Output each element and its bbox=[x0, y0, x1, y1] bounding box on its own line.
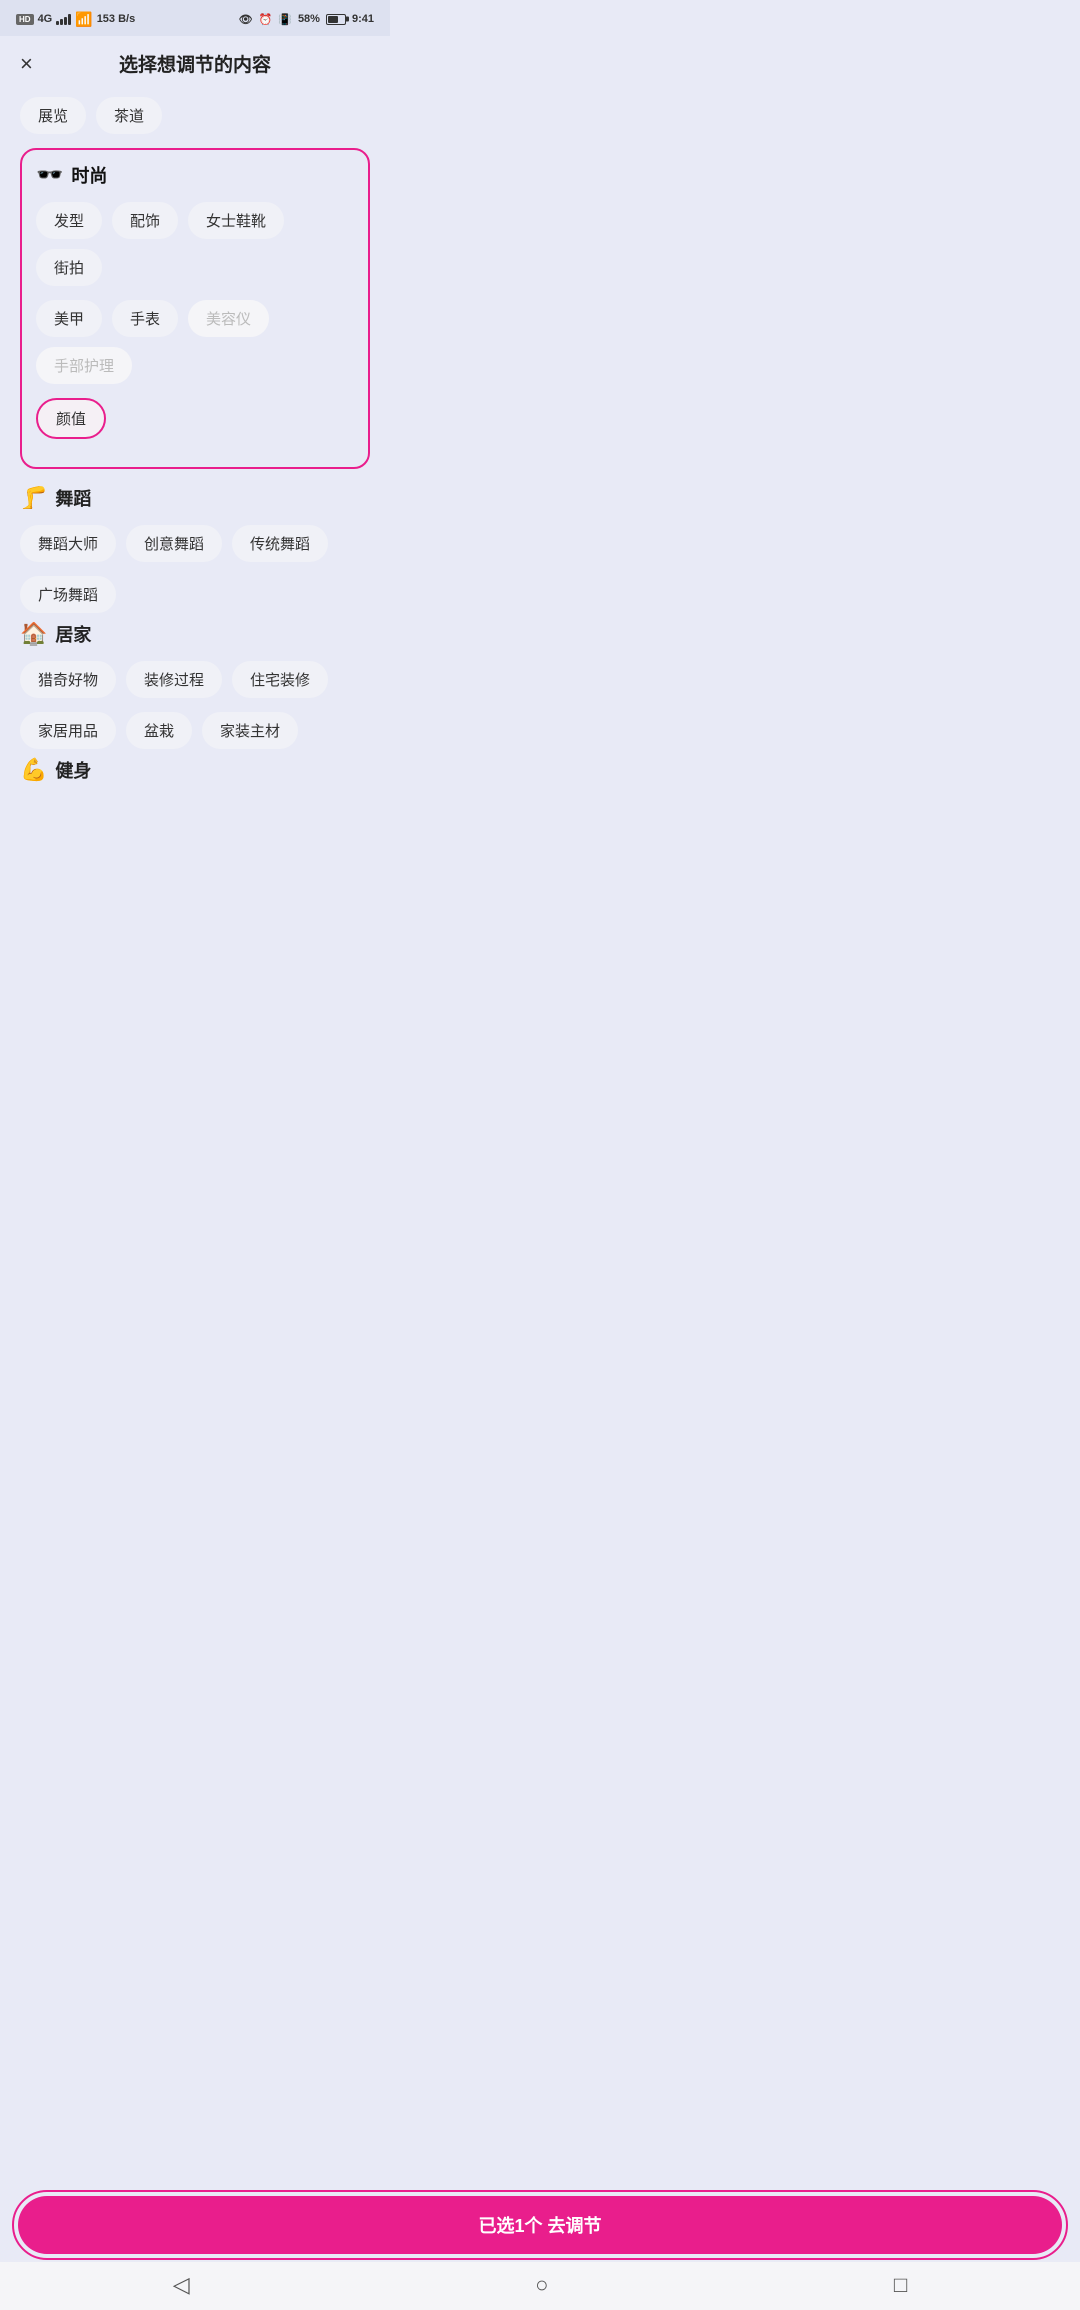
page-title: 选择想调节的内容 bbox=[119, 50, 271, 77]
status-left: HD 4G 📶 153 B/s bbox=[16, 11, 135, 28]
home-chips-row2: 家居用品 盆栽 家装主材 bbox=[20, 712, 370, 749]
action-button[interactable]: 已选1个 去调节 bbox=[18, 2196, 1062, 2254]
chip-peishi[interactable]: 配饰 bbox=[112, 202, 178, 239]
chip-chadao[interactable]: 茶道 bbox=[96, 97, 162, 134]
chip-wudaodashi[interactable]: 舞蹈大师 bbox=[20, 525, 116, 562]
header: × 选择想调节的内容 bbox=[0, 36, 390, 87]
chip-meirongyi[interactable]: 美容仪 bbox=[188, 300, 269, 337]
chip-penzai[interactable]: 盆栽 bbox=[126, 712, 192, 749]
chip-zhanlan[interactable]: 展览 bbox=[20, 97, 86, 134]
chip-chuangyiwudao[interactable]: 创意舞蹈 bbox=[126, 525, 222, 562]
chip-zhuzhaizhuangxiu[interactable]: 住宅装修 bbox=[232, 661, 328, 698]
fashion-chips-row1: 发型 配饰 女士鞋靴 街拍 bbox=[36, 202, 354, 286]
4g-label: 4G bbox=[38, 13, 53, 25]
main-content: 展览 茶道 🕶️ 时尚 发型 配饰 女士鞋靴 街拍 美甲 手表 美容仪 手部护理… bbox=[0, 87, 390, 897]
recents-nav-icon[interactable]: □ bbox=[894, 2272, 907, 2298]
back-nav-icon[interactable]: ◁ bbox=[173, 2272, 190, 2298]
chip-guangchangwu[interactable]: 广场舞蹈 bbox=[20, 576, 116, 613]
dance-section-header: 🦵 舞蹈 bbox=[20, 485, 370, 511]
home-section-header: 🏠 居家 bbox=[20, 621, 370, 647]
chip-jiajuyongpin[interactable]: 家居用品 bbox=[20, 712, 116, 749]
dance-emoji: 🦵 bbox=[20, 485, 47, 511]
fashion-name: 时尚 bbox=[71, 162, 107, 188]
dance-chips-row1: 舞蹈大师 创意舞蹈 传统舞蹈 bbox=[20, 525, 370, 562]
home-nav-icon[interactable]: ○ bbox=[535, 2272, 548, 2298]
alarm-icon: ⏰ bbox=[259, 13, 273, 26]
status-right: 👁 ⏰ 📳 58% 9:41 bbox=[239, 13, 374, 26]
wifi-icon: 📶 bbox=[75, 11, 92, 28]
chip-zhuangxiu[interactable]: 装修过程 bbox=[126, 661, 222, 698]
fitness-section-header: 💪 健身 bbox=[20, 757, 370, 783]
battery-icon bbox=[326, 14, 346, 25]
nav-bar: ◁ ○ □ bbox=[0, 2260, 1080, 2310]
chip-lieqihaowu[interactable]: 猎奇好物 bbox=[20, 661, 116, 698]
status-bar: HD 4G 📶 153 B/s 👁 ⏰ 📳 58% 9:41 bbox=[0, 0, 390, 36]
dance-name: 舞蹈 bbox=[55, 485, 91, 511]
network-speed: 153 B/s bbox=[97, 13, 136, 25]
top-chips-row: 展览 茶道 bbox=[20, 97, 370, 134]
battery-pct: 58% bbox=[298, 13, 320, 25]
chip-yanzhi-selected[interactable]: 颜值 bbox=[36, 398, 106, 439]
signal-bars bbox=[56, 13, 71, 25]
fashion-emoji: 🕶️ bbox=[36, 162, 63, 188]
chip-chuantongwudao[interactable]: 传统舞蹈 bbox=[232, 525, 328, 562]
fashion-chips-row3: 颜值 bbox=[36, 398, 354, 439]
home-chips-row1: 猎奇好物 装修过程 住宅装修 bbox=[20, 661, 370, 698]
fitness-emoji: 💪 bbox=[20, 757, 47, 783]
dance-chips-row2: 广场舞蹈 bbox=[20, 576, 370, 613]
time-display: 9:41 bbox=[352, 13, 374, 25]
fitness-name: 健身 bbox=[55, 757, 91, 783]
fashion-section: 🕶️ 时尚 发型 配饰 女士鞋靴 街拍 美甲 手表 美容仪 手部护理 颜值 bbox=[20, 148, 370, 469]
hd-badge: HD bbox=[16, 14, 34, 25]
vibrate-icon: 📳 bbox=[278, 13, 292, 26]
home-name: 居家 bbox=[55, 621, 91, 647]
bottom-bar: 已选1个 去调节 bbox=[0, 2188, 1080, 2262]
eye-icon: 👁 bbox=[239, 13, 253, 26]
chip-nvshixuexue[interactable]: 女士鞋靴 bbox=[188, 202, 284, 239]
chip-faxing[interactable]: 发型 bbox=[36, 202, 102, 239]
home-emoji: 🏠 bbox=[20, 621, 47, 647]
chip-shoubuhuli[interactable]: 手部护理 bbox=[36, 347, 132, 384]
chip-jiazhuangzhucai[interactable]: 家装主材 bbox=[202, 712, 298, 749]
close-button[interactable]: × bbox=[20, 53, 33, 75]
chip-shubiao[interactable]: 手表 bbox=[112, 300, 178, 337]
chip-jiepai[interactable]: 街拍 bbox=[36, 249, 102, 286]
fashion-header: 🕶️ 时尚 bbox=[36, 162, 354, 188]
fashion-chips-row2: 美甲 手表 美容仪 手部护理 bbox=[36, 300, 354, 384]
chip-meijia[interactable]: 美甲 bbox=[36, 300, 102, 337]
